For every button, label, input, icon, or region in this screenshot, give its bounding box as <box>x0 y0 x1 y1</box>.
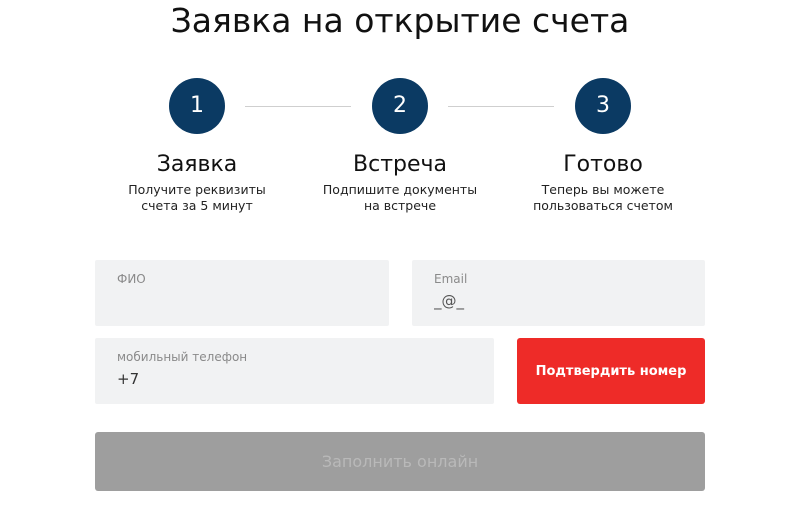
fio-field-label: ФИО <box>117 272 146 286</box>
step-number-circle: 2 <box>372 78 428 134</box>
fill-online-button[interactable]: Заполнить онлайн <box>95 432 705 491</box>
step-number-circle: 1 <box>169 78 225 134</box>
step-title: Готово <box>563 152 643 177</box>
step-title: Заявка <box>156 152 238 177</box>
account-application-page: Заявка на открытие счета 1 Заявка Получи… <box>0 0 800 508</box>
email-field[interactable]: Email <box>412 260 705 326</box>
page-title: Заявка на открытие счета <box>170 1 630 40</box>
step-meeting: 2 Встреча Подпишите документы на встрече <box>300 78 500 214</box>
step-description: Получите реквизиты счета за 5 минут <box>128 182 266 213</box>
step-done: 3 Готово Теперь вы можете пользоваться с… <box>503 78 703 214</box>
step-description: Подпишите документы на встрече <box>322 182 478 213</box>
step-number-circle: 3 <box>575 78 631 134</box>
phone-input[interactable] <box>117 370 472 388</box>
email-field-label: Email <box>434 272 468 286</box>
phone-field[interactable]: мобильный телефон <box>95 338 494 404</box>
confirm-number-button[interactable]: Подтвердить номер <box>517 338 705 404</box>
step-application: 1 Заявка Получите реквизиты счета за 5 м… <box>97 78 297 214</box>
email-input[interactable] <box>434 292 683 310</box>
fio-field[interactable]: ФИО <box>95 260 389 326</box>
fio-input[interactable] <box>117 292 367 310</box>
phone-field-label: мобильный телефон <box>117 350 248 364</box>
step-title: Встреча <box>353 152 447 177</box>
steps-progress: 1 Заявка Получите реквизиты счета за 5 м… <box>0 78 800 218</box>
step-description: Теперь вы можете пользоваться счетом <box>533 182 673 213</box>
